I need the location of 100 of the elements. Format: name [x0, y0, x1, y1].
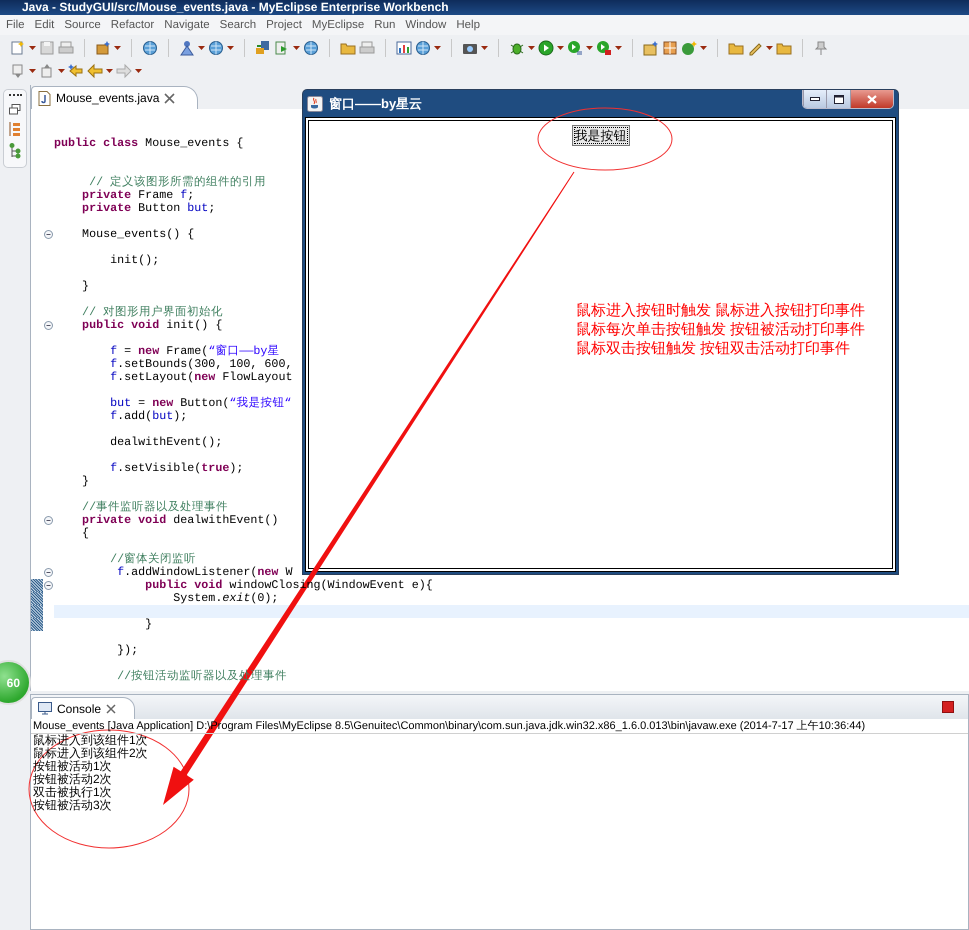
- code-line: init();: [109, 253, 160, 267]
- close-button[interactable]: [850, 90, 893, 108]
- menu-item[interactable]: Navigate: [159, 15, 215, 35]
- counter-badge: 60: [0, 660, 31, 705]
- annotation-text: 鼠标每次单击按钮触发 按钮被活动打印事件: [576, 320, 866, 339]
- code-line: // 定义该图形所需的组件的引用: [88, 175, 266, 189]
- console-line: 按钮被活动2次: [33, 773, 113, 786]
- collapse-icon[interactable]: [44, 230, 53, 239]
- menu-item[interactable]: Window: [400, 15, 452, 35]
- annotation-text: 鼠标进入按钮时触发 鼠标进入按钮打印事件: [576, 301, 866, 320]
- code-line: //窗体关闭监听: [109, 552, 196, 566]
- menu-item[interactable]: Refactor: [106, 15, 160, 35]
- maximize-button[interactable]: [826, 90, 850, 108]
- pin-icon[interactable]: [813, 40, 829, 56]
- console-line: 双击被执行1次: [33, 786, 113, 799]
- new-class-icon[interactable]: [681, 40, 697, 56]
- back-arrow-icon[interactable]: [87, 63, 103, 79]
- menu-item[interactable]: MyEclipse: [306, 15, 370, 35]
- caret-icon[interactable]: [434, 46, 441, 50]
- code-line: private Frame f;: [81, 188, 194, 202]
- menu-item[interactable]: Edit: [30, 15, 60, 35]
- last-edit-icon[interactable]: [68, 63, 84, 79]
- caret-icon[interactable]: [198, 46, 205, 50]
- caret-icon[interactable]: [528, 46, 535, 50]
- server-icon[interactable]: [255, 40, 271, 56]
- caret-icon[interactable]: [557, 46, 564, 50]
- annotation-text: 鼠标双击按钮触发 按钮双击活动打印事件: [576, 339, 852, 358]
- caret-icon[interactable]: [58, 69, 65, 73]
- code-line: f.setLayout(new FlowLayout: [109, 370, 292, 384]
- collapse-icon[interactable]: [44, 516, 53, 525]
- code-line: {: [81, 526, 90, 540]
- new-file-icon[interactable]: [10, 40, 26, 56]
- caret-icon[interactable]: [106, 69, 113, 73]
- caret-icon[interactable]: [615, 46, 622, 50]
- code-line: }: [81, 279, 90, 293]
- code-line: f.addWindowListener(new W: [116, 565, 292, 579]
- code-line: dealwithEvent();: [109, 435, 222, 449]
- code-line: });: [116, 643, 138, 657]
- window-title: Java - StudyGUI/src/Mouse_events.java - MyEclipse Enterprise Workbench: [0, 0, 969, 15]
- code-line: System.exit(0);: [172, 591, 278, 605]
- code-line: // 对图形用户界面初始化: [81, 305, 224, 319]
- minimize-icon: [810, 97, 820, 101]
- caret-icon[interactable]: [766, 46, 773, 50]
- globe-icon[interactable]: [208, 40, 224, 56]
- code-line: f = new Frame(“窗口——by星: [109, 344, 280, 358]
- menu-item[interactable]: Source: [59, 15, 106, 35]
- window-title: 窗口——by星云: [329, 94, 422, 113]
- code-line: public void init() {: [81, 318, 222, 332]
- close-icon[interactable]: [164, 92, 176, 104]
- hierarchy-icon[interactable]: [9, 122, 21, 136]
- menu-item[interactable]: Project: [261, 15, 307, 35]
- collapse-icon[interactable]: [44, 568, 53, 577]
- console-line: 按钮被活动3次: [33, 799, 113, 812]
- code-line: f.setVisible(true);: [109, 461, 244, 475]
- menu-item[interactable]: Help: [451, 15, 485, 35]
- package-icon[interactable]: [95, 40, 111, 56]
- caret-icon[interactable]: [586, 46, 593, 50]
- play-toolbox-icon[interactable]: [596, 40, 612, 56]
- menu-item[interactable]: File: [1, 15, 30, 35]
- awt-button[interactable]: 我是按钮: [572, 125, 630, 146]
- code-line: }: [144, 617, 152, 631]
- close-icon: [867, 94, 877, 104]
- close-icon[interactable]: [106, 704, 116, 714]
- globe-icon[interactable]: [142, 40, 158, 56]
- caret-icon[interactable]: [29, 46, 36, 50]
- code-line: f.setBounds(300, 100, 600,: [109, 357, 292, 371]
- globe-icon[interactable]: [303, 40, 319, 56]
- grid-icon[interactable]: [662, 40, 678, 56]
- caret-icon[interactable]: [293, 46, 300, 50]
- dots-icon[interactable]: [8, 93, 22, 97]
- caret-icon[interactable]: [481, 46, 488, 50]
- caret-icon[interactable]: [227, 46, 234, 50]
- caret-icon[interactable]: [135, 69, 142, 73]
- chart-icon[interactable]: [396, 40, 412, 56]
- minimize-button[interactable]: [803, 90, 826, 108]
- code-line: Mouse_events() {: [81, 227, 194, 241]
- menu-item[interactable]: Run: [369, 15, 400, 35]
- editor-tab[interactable]: Mouse_events.java: [31, 86, 198, 109]
- code-line: private Button but;: [81, 201, 216, 215]
- code-line: public class Mouse_events {: [54, 136, 244, 150]
- caret-icon[interactable]: [29, 69, 36, 73]
- caret-icon[interactable]: [114, 46, 121, 50]
- menu-item[interactable]: Search: [214, 15, 262, 35]
- console-tab[interactable]: Console: [31, 697, 136, 719]
- play-icon[interactable]: [538, 40, 554, 56]
- console-line: 鼠标进入到该组件2次: [33, 747, 149, 760]
- tree-icon[interactable]: [9, 143, 21, 159]
- caret-icon[interactable]: [700, 46, 707, 50]
- globe-icon[interactable]: [415, 40, 431, 56]
- new-package-icon[interactable]: [643, 40, 659, 56]
- monitor-icon: [38, 702, 52, 715]
- code-line: but = new Button(“我是按钮“: [109, 396, 292, 410]
- restore-icon[interactable]: [9, 104, 21, 115]
- java-cup-icon: [307, 96, 323, 112]
- java-file-icon: [38, 90, 51, 106]
- collapse-icon[interactable]: [44, 321, 53, 330]
- code-line: f.add(but);: [109, 409, 188, 423]
- collapse-icon[interactable]: [44, 581, 53, 590]
- person-icon[interactable]: [179, 40, 195, 56]
- play-list-icon[interactable]: [567, 40, 583, 56]
